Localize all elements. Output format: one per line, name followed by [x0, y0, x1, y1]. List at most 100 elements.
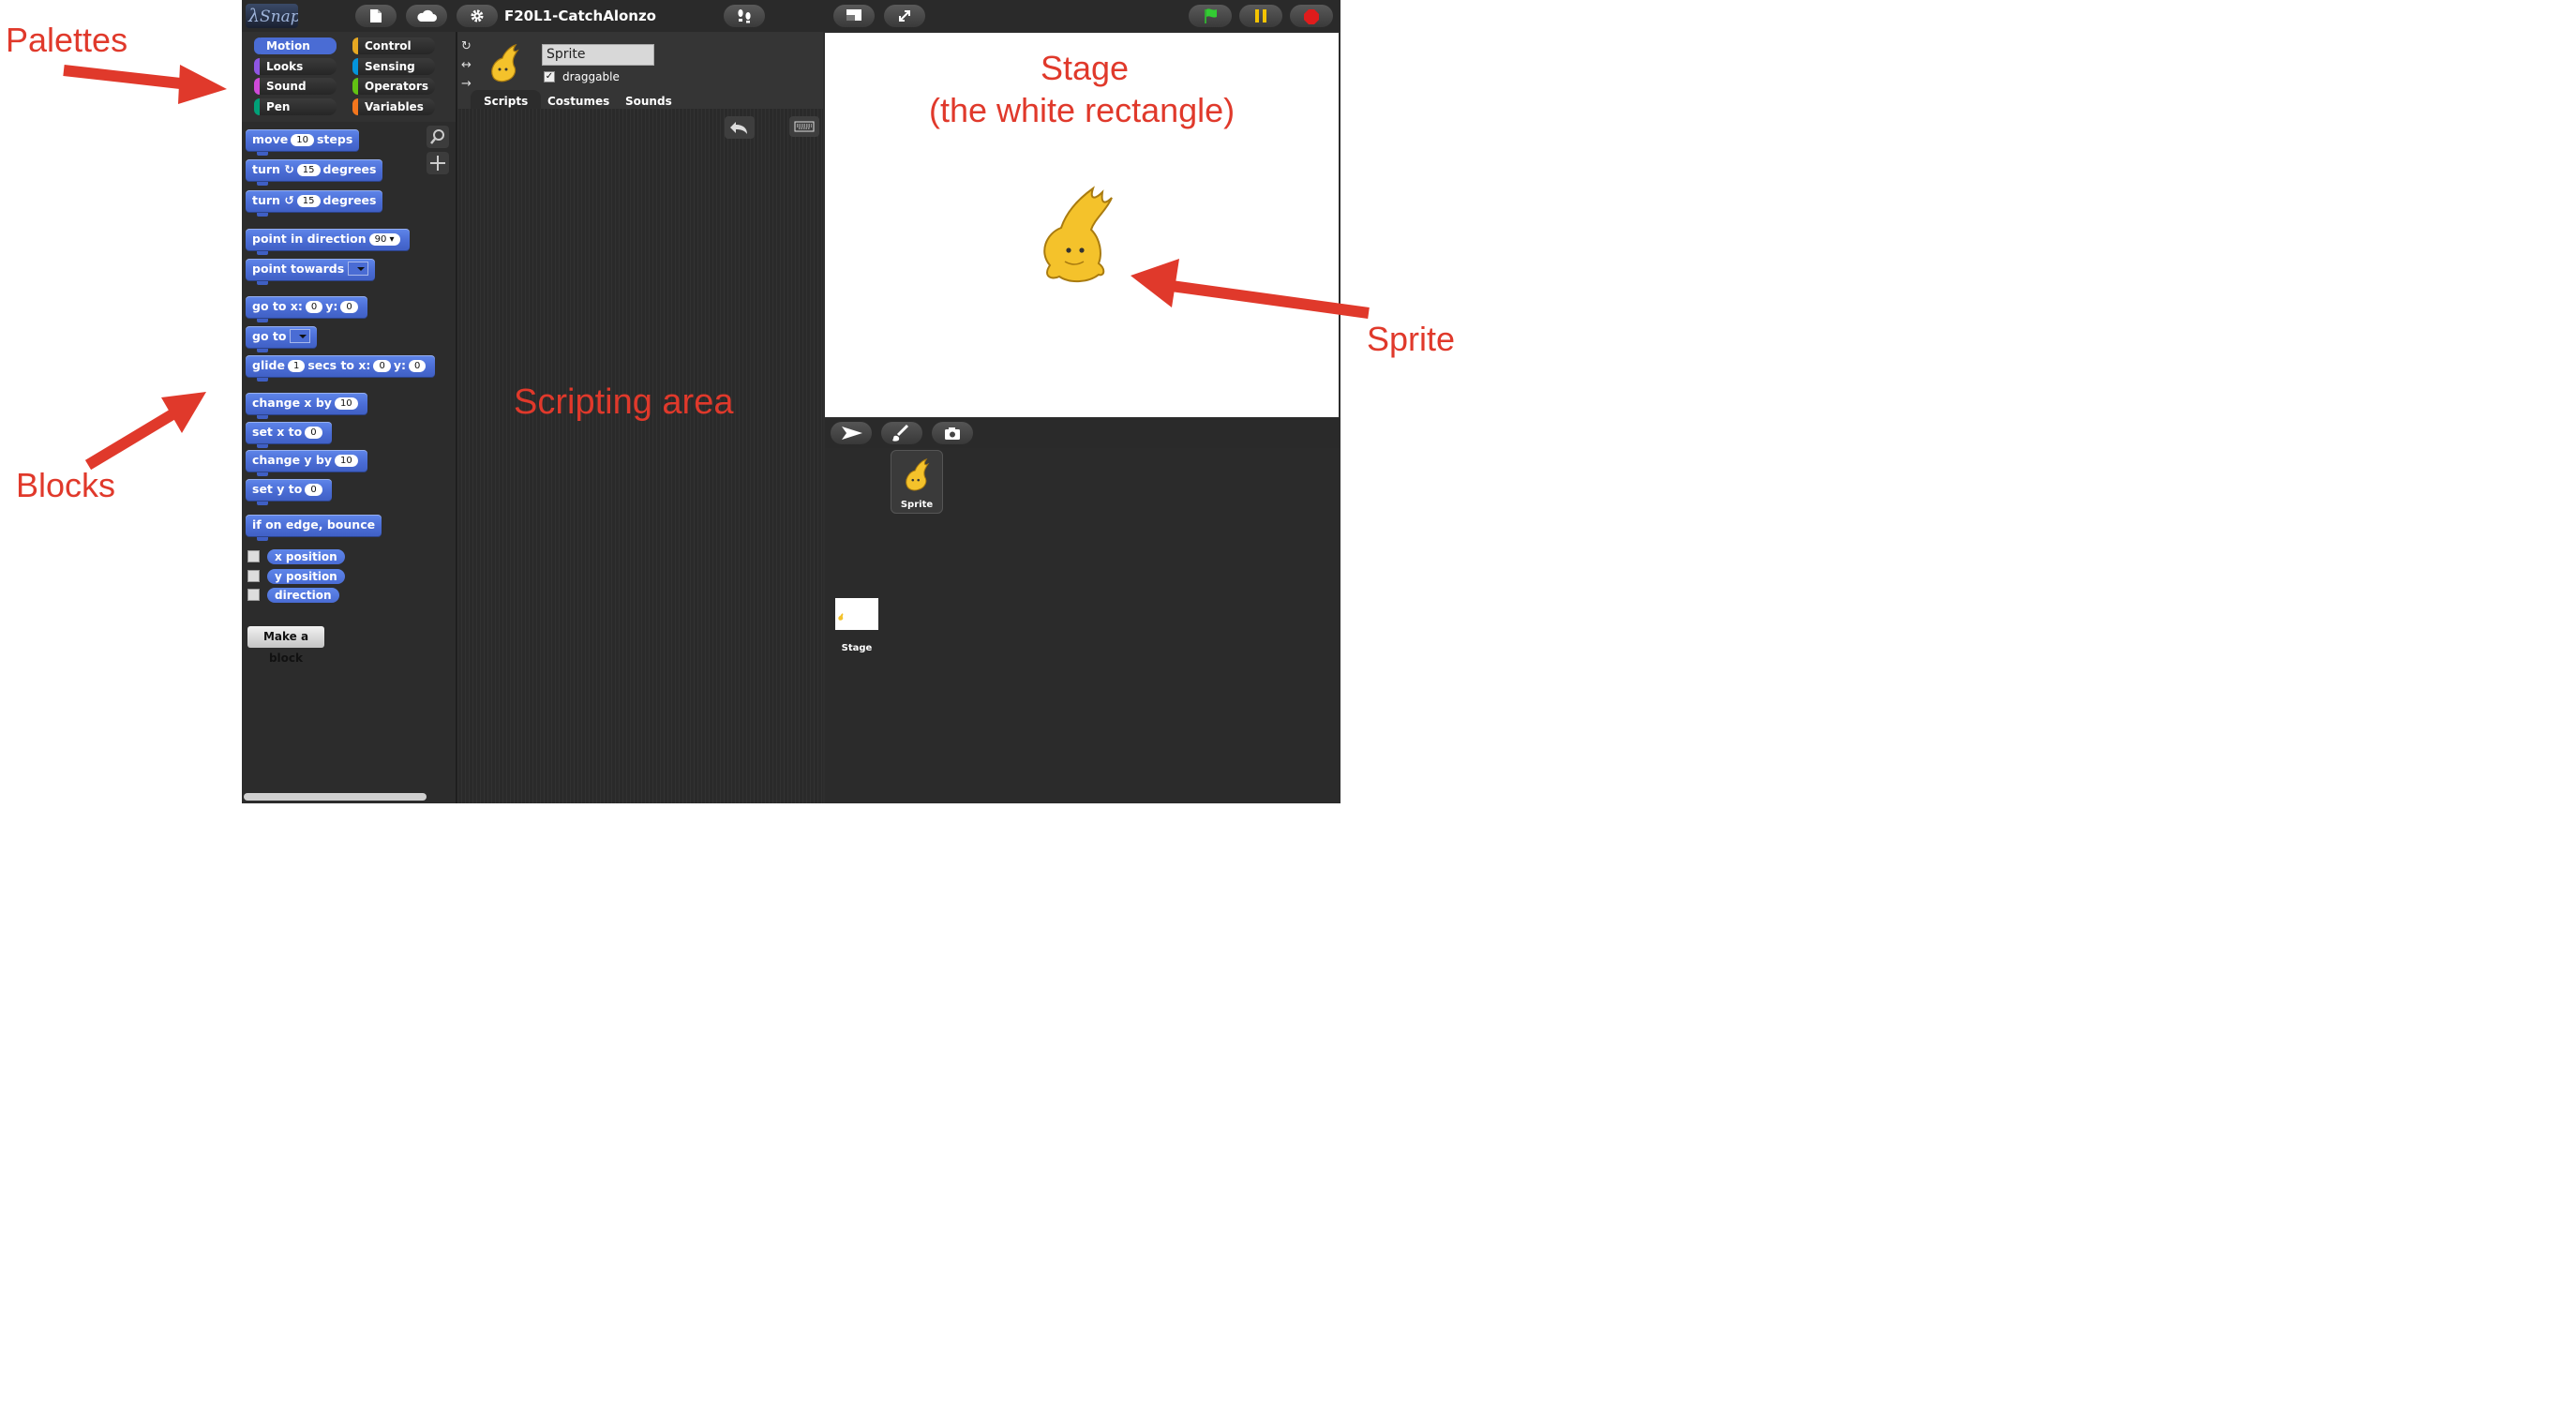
- green-flag-button[interactable]: [1189, 5, 1232, 27]
- keyboard-entry-button[interactable]: [789, 116, 819, 137]
- delta-input[interactable]: 10: [334, 397, 358, 410]
- category-motion[interactable]: Motion: [254, 37, 337, 54]
- x-position-reporter[interactable]: x position: [267, 549, 345, 564]
- change-x-block[interactable]: change x by 10: [246, 393, 367, 419]
- search-blocks-button[interactable]: [427, 126, 449, 148]
- category-control[interactable]: Control: [352, 37, 435, 54]
- change-y-block[interactable]: change y by 10: [246, 450, 367, 476]
- stop-button[interactable]: [1290, 5, 1333, 27]
- sprite-corral: Sprite Stage: [825, 448, 1340, 803]
- camera-sprite-button[interactable]: [932, 422, 973, 444]
- make-a-block-button[interactable]: Make a block: [247, 626, 324, 665]
- turn-clockwise-block[interactable]: turn ↻ 15 degrees: [246, 159, 383, 186]
- direction-input[interactable]: 90 ▾: [368, 233, 400, 246]
- corral-sprite-label: Sprite: [900, 500, 934, 510]
- block-text: secs to x:: [307, 358, 371, 372]
- y-input[interactable]: 0: [340, 301, 358, 313]
- bounce-block[interactable]: if on edge, bounce: [246, 515, 382, 541]
- go-to-xy-block[interactable]: go to x: 0 y: 0: [246, 296, 367, 322]
- point-towards-block[interactable]: point towards: [246, 259, 376, 285]
- y-input[interactable]: 0: [408, 360, 427, 372]
- corral-sprite-item[interactable]: Sprite: [891, 450, 943, 514]
- block-text: steps: [316, 132, 353, 146]
- tab-sounds[interactable]: Sounds: [612, 90, 685, 109]
- degrees-input[interactable]: 15: [296, 195, 321, 207]
- block-text: go to: [252, 329, 287, 343]
- paint-sprite-button[interactable]: [881, 422, 922, 444]
- secs-input[interactable]: 1: [287, 360, 306, 372]
- y-position-reporter[interactable]: y position: [267, 569, 345, 584]
- rotation-style-buttons[interactable]: ↻ ↔ →: [461, 37, 476, 94]
- value-input[interactable]: 0: [305, 484, 322, 496]
- point-in-direction-block[interactable]: point in direction 90 ▾: [246, 229, 410, 255]
- stage-label: Stage: [841, 643, 873, 653]
- sprite-name-field[interactable]: Sprite: [542, 44, 654, 66]
- block-text: set y to: [252, 482, 303, 496]
- normal-stage-icon: [846, 9, 861, 21]
- category-variables[interactable]: Variables: [352, 98, 435, 115]
- keyboard-icon: [794, 121, 815, 132]
- set-y-block[interactable]: set y to 0: [246, 479, 332, 505]
- block-text: y:: [325, 299, 338, 313]
- add-turtle-sprite-button[interactable]: [831, 422, 872, 444]
- category-sensing[interactable]: Sensing: [352, 58, 435, 75]
- glide-block[interactable]: glide 1 secs to x: 0 y: 0: [246, 355, 436, 382]
- settings-button[interactable]: [457, 5, 498, 27]
- flip-icon[interactable]: ↔: [461, 56, 476, 75]
- set-x-block[interactable]: set x to 0: [246, 422, 332, 448]
- tab-costumes[interactable]: Costumes: [534, 90, 622, 109]
- snap-logo[interactable]: λSnap!: [246, 4, 298, 28]
- category-looks[interactable]: Looks: [254, 58, 337, 75]
- scripting-area[interactable]: [457, 109, 823, 803]
- category-operators[interactable]: Operators: [352, 78, 435, 95]
- search-icon: [430, 129, 444, 144]
- block-text: y:: [393, 358, 406, 372]
- block-text: move: [252, 132, 289, 146]
- tab-scripts[interactable]: Scripts: [471, 90, 542, 109]
- scripting-area-annotation: Scripting area: [514, 382, 734, 422]
- stage-thumbnail[interactable]: [835, 598, 878, 630]
- palette: Motion Control Looks Sensing Sound Opera…: [242, 32, 456, 803]
- direction-reporter[interactable]: direction: [267, 588, 339, 603]
- degrees-input[interactable]: 15: [296, 164, 321, 176]
- move-block[interactable]: move 10 steps: [246, 129, 360, 156]
- project-button[interactable]: [355, 5, 397, 27]
- normal-stage-button[interactable]: [833, 5, 875, 27]
- go-to-block[interactable]: go to: [246, 326, 318, 352]
- rotate-icon[interactable]: ↻: [461, 37, 476, 56]
- turtle-arrow-icon: [842, 427, 862, 440]
- value-input[interactable]: 0: [305, 427, 322, 439]
- x-input[interactable]: 0: [305, 301, 323, 313]
- target-dropdown[interactable]: [348, 262, 369, 276]
- block-text: change y by: [252, 453, 333, 467]
- cloud-icon: [417, 9, 437, 22]
- project-name: F20L1-CatchAlonzo: [504, 7, 656, 24]
- turn-counterclockwise-block[interactable]: turn ↺ 15 degrees: [246, 190, 383, 217]
- unused-blocks-button[interactable]: [427, 152, 449, 174]
- pause-button[interactable]: [1239, 5, 1282, 27]
- category-pen[interactable]: Pen: [254, 98, 337, 115]
- camera-icon: [945, 427, 960, 440]
- block-text: glide: [252, 358, 285, 372]
- steps-input[interactable]: 10: [291, 134, 314, 146]
- file-icon: [370, 9, 382, 22]
- category-sound[interactable]: Sound: [254, 78, 337, 95]
- draggable-checkbox[interactable]: ✓: [544, 71, 555, 82]
- block-text: go to x:: [252, 299, 303, 313]
- visible-stepping-button[interactable]: [724, 5, 765, 27]
- y-position-checkbox[interactable]: [247, 570, 260, 582]
- target-dropdown[interactable]: [290, 329, 311, 343]
- x-position-checkbox[interactable]: [247, 550, 260, 562]
- alonzo-sprite[interactable]: [1033, 179, 1117, 286]
- blocks-arrow: [84, 392, 206, 471]
- palette-scrollbar[interactable]: [244, 793, 427, 801]
- brush-icon: [892, 424, 909, 442]
- delta-input[interactable]: 10: [335, 455, 358, 467]
- cloud-button[interactable]: [406, 5, 447, 27]
- fullscreen-button[interactable]: [884, 5, 925, 27]
- undo-icon: [730, 122, 747, 134]
- undo-button[interactable]: [725, 116, 755, 139]
- x-input[interactable]: 0: [373, 360, 391, 372]
- direction-checkbox[interactable]: [247, 589, 260, 601]
- palettes-arrow: [63, 65, 227, 104]
